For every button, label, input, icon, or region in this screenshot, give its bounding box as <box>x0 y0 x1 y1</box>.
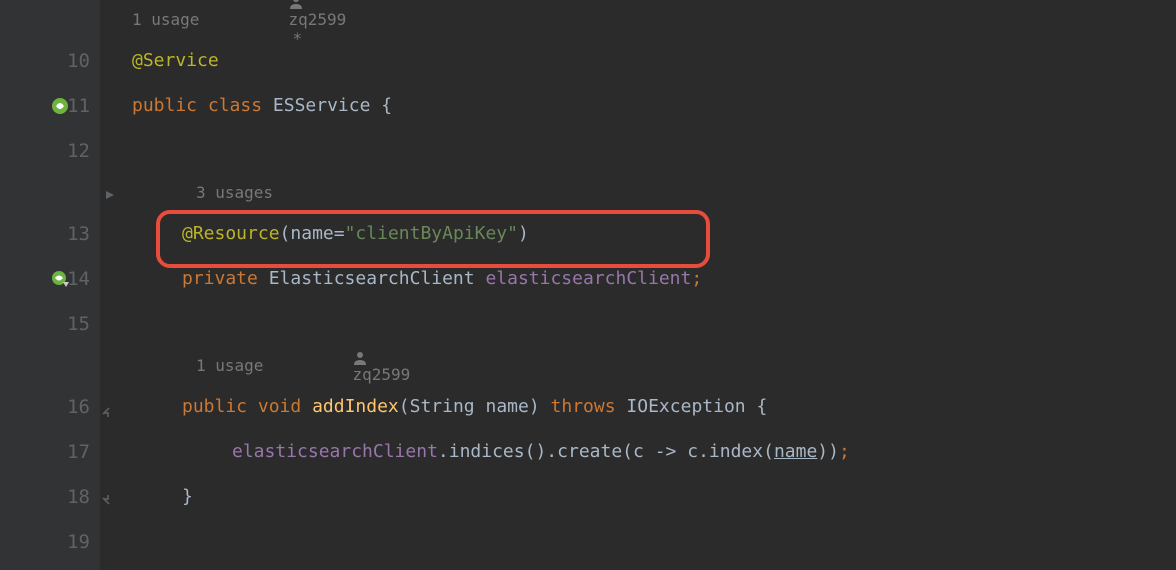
spring-bean-icon[interactable] <box>50 96 70 116</box>
line-number[interactable]: 17 <box>67 441 90 463</box>
code-editor: 10 11 12 13 14 15 <box>0 0 1176 570</box>
code-row-18: } <box>118 474 1176 519</box>
line-number[interactable]: 16 <box>67 396 90 418</box>
keyword-public: public <box>182 396 247 417</box>
spring-bean-navigate-icon[interactable] <box>50 269 70 289</box>
line-number[interactable]: 15 <box>67 313 90 335</box>
gutter-row <box>0 346 100 384</box>
annotation: @Service <box>132 50 219 71</box>
gutter-row: 12 <box>0 128 100 173</box>
semicolon: ; <box>839 441 850 462</box>
equals: = <box>334 223 345 244</box>
keyword-private: private <box>182 268 258 289</box>
keyword-throws: throws <box>551 396 616 417</box>
brace: } <box>182 486 193 507</box>
rparen: ) <box>529 396 540 417</box>
brace: { <box>381 95 392 116</box>
line-number[interactable]: 12 <box>67 140 90 162</box>
gutter-row: 18 <box>0 474 100 519</box>
usages-hint[interactable]: 3 usages <box>196 183 273 202</box>
type-name: ElasticsearchClient <box>269 268 475 289</box>
author-hint[interactable]: zq2599 <box>275 327 410 403</box>
method-call: create <box>557 441 622 462</box>
lambda-var: c <box>687 441 698 462</box>
keyword-void: void <box>258 396 301 417</box>
code-area[interactable]: 1 usage zq2599 * @Service public class E… <box>100 0 1176 570</box>
brace: { <box>756 396 767 417</box>
code-row-19 <box>118 519 1176 564</box>
gutter: 10 11 12 13 14 15 <box>0 0 100 570</box>
rparen: ) <box>518 223 529 244</box>
code-row-17: elasticsearchClient.indices().create(c -… <box>118 429 1176 474</box>
semicolon: ; <box>691 268 702 289</box>
line-number[interactable]: 14 <box>67 268 90 290</box>
inlay-hint-row: 1 usage zq2599 <box>118 346 1176 384</box>
author-hint[interactable]: zq2599 * <box>211 0 346 67</box>
inlay-hint-row: 1 usage zq2599 * <box>118 0 1176 38</box>
gutter-row: 13 <box>0 211 100 256</box>
exception-type: IOException <box>626 396 745 417</box>
usages-hint[interactable]: 1 usage <box>196 356 263 375</box>
line-number[interactable]: 11 <box>67 95 90 117</box>
code-row-14: private ElasticsearchClient elasticsearc… <box>118 256 1176 301</box>
field-ref: elasticsearchClient <box>232 441 438 462</box>
line-number[interactable]: 18 <box>67 486 90 508</box>
lparen: ( <box>280 223 291 244</box>
param-type: String <box>410 396 475 417</box>
field-name: elasticsearchClient <box>485 268 691 289</box>
method-call: indices <box>449 441 525 462</box>
lambda-param: c <box>633 441 644 462</box>
code-row-11: public class ESService { <box>118 83 1176 128</box>
usages-hint[interactable]: 1 usage <box>132 10 199 29</box>
code-row-13: @Resource(name="clientByApiKey") <box>118 211 1176 256</box>
keyword-public: public <box>132 95 197 116</box>
attr-name: name <box>290 223 333 244</box>
line-number[interactable]: 10 <box>67 50 90 72</box>
gutter-row: 11 <box>0 83 100 128</box>
class-name: ESService <box>273 95 371 116</box>
person-icon <box>289 0 303 8</box>
annotation: @Resource <box>182 223 280 244</box>
code-row-12 <box>118 128 1176 173</box>
inlay-hint-row: 3 usages <box>118 173 1176 211</box>
param-name: name <box>486 396 529 417</box>
line-number[interactable]: 19 <box>67 531 90 553</box>
gutter-row: 19 <box>0 519 100 564</box>
method-call: index <box>709 441 763 462</box>
gutter-row: 10 <box>0 38 100 83</box>
person-icon <box>353 350 367 364</box>
method-name: addIndex <box>312 396 399 417</box>
gutter-row: 14 <box>0 256 100 301</box>
keyword-class: class <box>208 95 262 116</box>
string-literal: "clientByApiKey" <box>345 223 518 244</box>
gutter-row: 15 <box>0 301 100 346</box>
gutter-row <box>0 0 100 38</box>
gutter-row: 17 <box>0 429 100 474</box>
gutter-row: 16 <box>0 384 100 429</box>
line-number[interactable]: 13 <box>67 223 90 245</box>
param-ref: name <box>774 441 817 462</box>
gutter-row <box>0 173 100 211</box>
lparen: ( <box>399 396 410 417</box>
